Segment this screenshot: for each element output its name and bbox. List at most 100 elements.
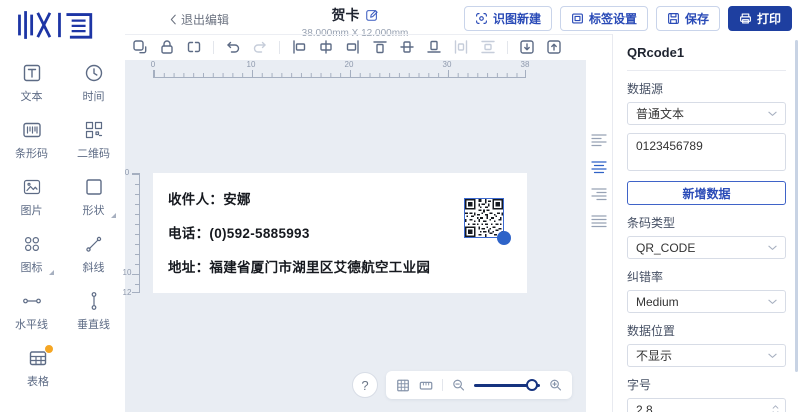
bring-to-front-icon[interactable] bbox=[546, 39, 562, 55]
sidebar-item-diagonal-line[interactable]: 斜线 bbox=[69, 234, 119, 278]
sidebar-item-text[interactable]: 文本 bbox=[7, 63, 57, 107]
tag-icon bbox=[571, 12, 584, 25]
print-button[interactable]: 打印 bbox=[727, 6, 792, 31]
print-icon bbox=[739, 12, 752, 25]
qrcode-icon bbox=[84, 120, 104, 140]
increment-icon[interactable] bbox=[772, 405, 779, 409]
scan-icon bbox=[475, 12, 488, 25]
selected-element-name: QRcode1 bbox=[627, 45, 685, 60]
font-size-label: 字号 bbox=[627, 378, 652, 392]
zoom-slider-knob[interactable] bbox=[526, 378, 539, 391]
chevron-down-icon bbox=[768, 245, 777, 251]
chevron-down-icon bbox=[768, 111, 777, 117]
undo-icon[interactable] bbox=[225, 39, 241, 55]
ruler-h-label: 30 bbox=[442, 60, 452, 69]
vip-badge bbox=[44, 344, 54, 354]
table-icon bbox=[28, 344, 54, 368]
horizontal-ruler bbox=[153, 70, 526, 78]
scan-create-button[interactable]: 识图新建 bbox=[463, 6, 552, 31]
send-to-back-icon[interactable] bbox=[519, 39, 535, 55]
toolbar-separator bbox=[279, 40, 280, 54]
sidebar-item-image[interactable]: 图片 bbox=[7, 177, 57, 221]
align-text-left-icon[interactable] bbox=[591, 133, 607, 147]
align-right-icon[interactable] bbox=[345, 39, 361, 55]
align-center-vertical-icon[interactable] bbox=[399, 39, 415, 55]
align-text-justify-icon[interactable] bbox=[591, 214, 607, 228]
align-text-center-icon[interactable] bbox=[591, 160, 607, 174]
ruler-v-label: 10 bbox=[122, 268, 132, 277]
align-bottom-icon[interactable] bbox=[426, 39, 442, 55]
barcode-type-label: 条码类型 bbox=[627, 216, 676, 230]
submenu-corner-icon bbox=[110, 213, 116, 218]
design-canvas[interactable]: 0 10 20 30 38 0 10 12 收件人：安娜 电话：(0)592-5… bbox=[122, 60, 586, 412]
panel-scrollbar[interactable] bbox=[795, 40, 798, 372]
sidebar-item-qrcode[interactable]: 二维码 bbox=[69, 120, 119, 164]
brand-logo bbox=[16, 7, 96, 48]
data-position-select[interactable]: 不显示 bbox=[627, 344, 786, 367]
resize-handle[interactable] bbox=[497, 231, 511, 245]
distribute-horizontal-icon bbox=[453, 39, 469, 55]
chevron-down-icon bbox=[768, 299, 777, 305]
data-source-label: 数据源 bbox=[627, 82, 664, 96]
canvas-view-controls bbox=[386, 371, 572, 399]
label-settings-button[interactable]: 标签设置 bbox=[559, 6, 648, 31]
label-editor-app: 退出编辑 贺卡 38.000mm X 12.000mm 识图新建 标签设置 保存… bbox=[0, 0, 800, 412]
edit-title-icon[interactable] bbox=[365, 8, 379, 22]
ruler-v-label: 0 bbox=[124, 168, 130, 177]
grid-toggle-icon[interactable] bbox=[396, 378, 410, 393]
properties-panel: QRcode1 数据源 普通文本 0123456789 新增数据 条码类型 QR… bbox=[612, 34, 800, 412]
sidebar-item-time[interactable]: 时间 bbox=[69, 63, 119, 107]
group-icon[interactable] bbox=[132, 39, 148, 55]
help-button[interactable]: ? bbox=[352, 372, 378, 398]
data-source-select[interactable]: 普通文本 bbox=[627, 102, 786, 125]
error-correction-select[interactable]: Medium bbox=[627, 290, 786, 313]
align-center-horizontal-icon[interactable] bbox=[318, 39, 334, 55]
stepper-buttons bbox=[765, 399, 785, 412]
save-button[interactable]: 保存 bbox=[655, 6, 720, 31]
edit-toolbar bbox=[132, 34, 585, 60]
page-title: 贺卡 bbox=[331, 7, 360, 23]
panel-divider bbox=[627, 70, 786, 71]
sidebar-item-barcode[interactable]: 条形码 bbox=[7, 120, 57, 164]
add-data-button[interactable]: 新增数据 bbox=[627, 181, 786, 205]
sidebar-item-horizontal-line[interactable]: 水平线 bbox=[7, 291, 57, 335]
font-size-stepper[interactable]: 2.8 bbox=[627, 398, 786, 412]
help-label: ? bbox=[361, 377, 369, 393]
controls-separator bbox=[442, 379, 444, 391]
ruler-toggle-icon[interactable] bbox=[419, 378, 433, 393]
data-content-input[interactable]: 0123456789 bbox=[627, 133, 786, 171]
align-left-icon[interactable] bbox=[291, 39, 307, 55]
barcode-type-select[interactable]: QR_CODE bbox=[627, 236, 786, 259]
align-top-icon[interactable] bbox=[372, 39, 388, 55]
horizontal-line-icon bbox=[22, 291, 42, 311]
qr-code[interactable] bbox=[464, 198, 511, 245]
vertical-ruler bbox=[132, 173, 140, 293]
submenu-corner-icon bbox=[48, 270, 54, 275]
zoom-in-icon[interactable] bbox=[549, 378, 562, 392]
zoom-out-icon[interactable] bbox=[452, 378, 465, 392]
element-sidebar: 文本 时间 条形码 二维码 图片 形状 图标 斜线 水平线 垂直线 表格 bbox=[0, 60, 125, 412]
sidebar-item-shape[interactable]: 形状 bbox=[69, 177, 119, 221]
vertical-line-icon bbox=[84, 291, 104, 311]
data-position-label: 数据位置 bbox=[627, 324, 676, 338]
redo-icon bbox=[252, 39, 268, 55]
distribute-vertical-icon bbox=[480, 39, 496, 55]
chevron-down-icon bbox=[768, 353, 777, 359]
zoom-slider[interactable] bbox=[474, 378, 540, 391]
flip-icon[interactable] bbox=[186, 39, 202, 55]
text-align-strip bbox=[586, 60, 612, 412]
sidebar-item-table[interactable]: 表格 bbox=[13, 344, 63, 392]
image-icon bbox=[22, 177, 42, 197]
ruler-h-label: 0 bbox=[150, 60, 156, 69]
align-text-right-icon[interactable] bbox=[591, 187, 607, 201]
sidebar-item-icons[interactable]: 图标 bbox=[7, 234, 57, 278]
ruler-h-label: 20 bbox=[344, 60, 354, 69]
toolbar-separator bbox=[507, 40, 508, 54]
error-correction-label: 纠错率 bbox=[627, 270, 664, 284]
card-text-line[interactable]: 地址：福建省厦门市湖里区艾德航空工业园 bbox=[168, 251, 527, 285]
ruler-h-label: 38 bbox=[520, 60, 530, 69]
lock-icon[interactable] bbox=[159, 39, 175, 55]
clock-icon bbox=[84, 63, 104, 83]
toolbar-separator bbox=[213, 40, 214, 54]
sidebar-item-vertical-line[interactable]: 垂直线 bbox=[69, 291, 119, 335]
